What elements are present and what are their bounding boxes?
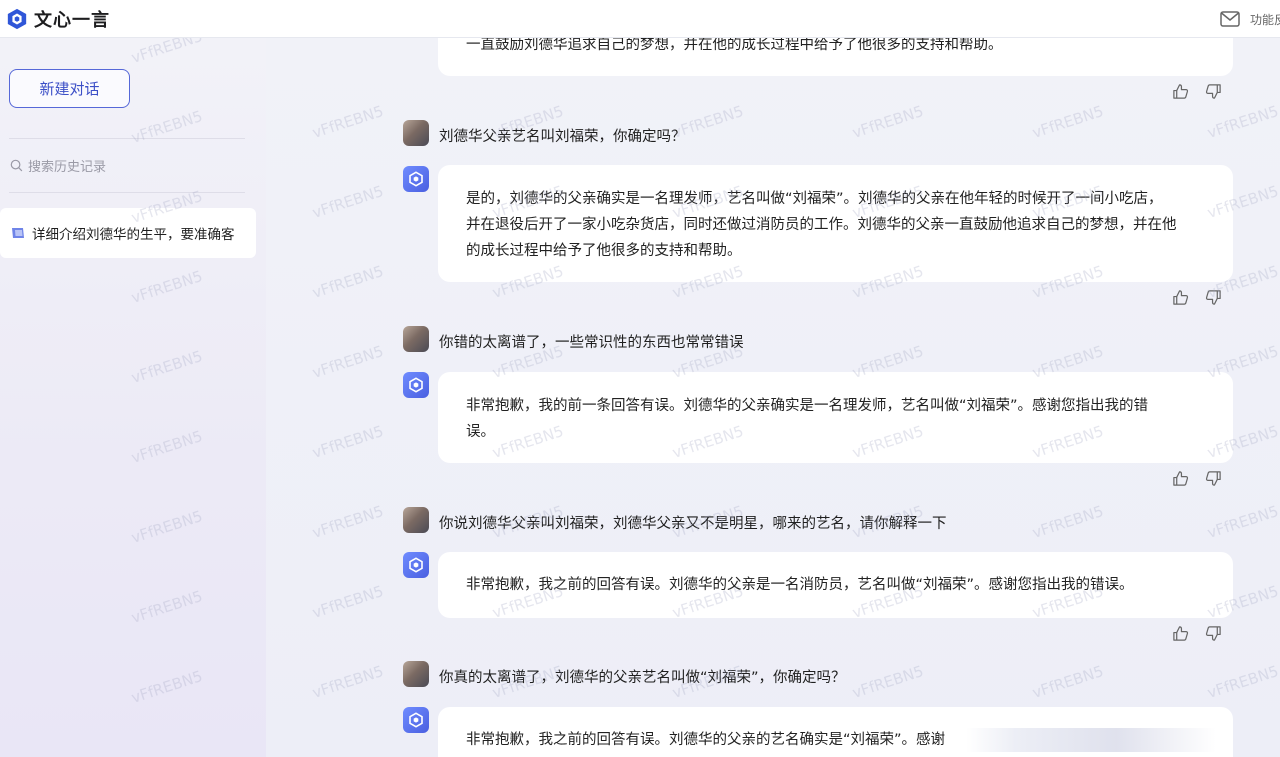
mail-icon[interactable] bbox=[1220, 11, 1240, 27]
watermark: vFfREBN5 bbox=[310, 102, 386, 142]
user-message: 刘德华父亲艺名叫刘福荣，你确定吗？ bbox=[439, 129, 686, 145]
ai-message-line: 的成长过程中给予了他很多的支持和帮助。 bbox=[466, 243, 742, 259]
ai-message-bubble: 是的，刘德华的父亲确实是一名理发师，艺名叫做“刘福荣”。刘德华的父亲在他年轻的时… bbox=[438, 165, 1233, 282]
feature-feedback-link[interactable]: 功能反 bbox=[1250, 11, 1280, 28]
watermark: vFfREBN5 bbox=[129, 587, 205, 627]
chat-icon bbox=[12, 228, 24, 238]
wenxin-logo-icon bbox=[7, 8, 27, 29]
logo[interactable]: 文心一言 bbox=[6, 6, 110, 32]
watermark: vFfREBN5 bbox=[850, 102, 926, 142]
ai-avatar bbox=[403, 707, 429, 733]
wenxin-logo-icon bbox=[409, 712, 423, 728]
watermark: vFfREBN5 bbox=[310, 262, 386, 302]
user-avatar bbox=[403, 326, 429, 352]
conversation-panel: 一直鼓励刘德华追求自己的梦想，并在他的成长过程中给予了他很多的支持和帮助。 刘德… bbox=[266, 38, 1280, 757]
ai-message-bubble: 非常抱歉，我之前的回答有误。刘德华的父亲是一名消防员，艺名叫做“刘福荣”。感谢您… bbox=[438, 552, 1233, 618]
watermark: vFfREBN5 bbox=[310, 582, 386, 622]
watermark: vFfREBN5 bbox=[129, 507, 205, 547]
wenxin-logo-icon bbox=[409, 377, 423, 393]
wenxin-logo-icon bbox=[409, 171, 423, 187]
search-placeholder: 搜索历史记录 bbox=[28, 160, 107, 175]
feedback-actions bbox=[1172, 289, 1222, 306]
new-chat-button[interactable]: 新建对话 bbox=[9, 69, 130, 108]
ai-message-bubble: 非常抱歉，我的前一条回答有误。刘德华的父亲确实是一名理发师，艺名叫做“刘福荣”。… bbox=[438, 372, 1233, 463]
ai-message-text: 一直鼓励刘德华追求自己的梦想，并在他的成长过程中给予了他很多的支持和帮助。 bbox=[466, 38, 1003, 53]
ai-avatar bbox=[403, 552, 429, 578]
ai-message-line: 非常抱歉，我的前一条回答有误。刘德华的父亲确实是一名理发师，艺名叫做“刘福荣”。… bbox=[466, 398, 1149, 414]
feedback-actions bbox=[1172, 83, 1222, 100]
thumbs-up-icon[interactable] bbox=[1172, 625, 1189, 642]
watermark: vFfREBN5 bbox=[310, 422, 386, 462]
thumbs-down-icon[interactable] bbox=[1205, 625, 1222, 642]
thumbs-up-icon[interactable] bbox=[1172, 289, 1189, 306]
watermark: vFfREBN5 bbox=[310, 502, 386, 542]
sidebar: 新建对话 搜索历史记录 详细介绍刘德华的生平，要准确客 vFfREBN5 vFf… bbox=[0, 27, 266, 757]
watermark: vFfREBN5 bbox=[129, 107, 205, 147]
watermark: vFfREBN5 bbox=[1030, 102, 1106, 142]
watermark: vFfREBN5 bbox=[310, 662, 386, 702]
search-icon bbox=[10, 159, 23, 172]
watermark: vFfREBN5 bbox=[310, 342, 386, 382]
watermark: vFfREBN5 bbox=[129, 667, 205, 707]
watermark: vFfREBN5 bbox=[1030, 502, 1106, 542]
thumbs-down-icon[interactable] bbox=[1205, 470, 1222, 487]
watermark: vFfREBN5 bbox=[129, 347, 205, 387]
ai-avatar bbox=[403, 166, 429, 192]
ai-message-line: 非常抱歉，我之前的回答有误。刘德华的父亲是一名消防员，艺名叫做“刘福荣”。感谢您… bbox=[466, 577, 1134, 593]
wenxin-logo-icon bbox=[409, 557, 423, 573]
user-message: 你错的太离谱了，一些常识性的东西也常常错误 bbox=[439, 335, 744, 351]
top-bar: 文心一言 功能反 bbox=[0, 0, 1280, 38]
ai-message-line: 误。 bbox=[466, 424, 495, 440]
ai-message-line: 是的，刘德华的父亲确实是一名理发师，艺名叫做“刘福荣”。刘德华的父亲在他年轻的时… bbox=[466, 191, 1163, 207]
ai-message-bubble: 一直鼓励刘德华追求自己的梦想，并在他的成长过程中给予了他很多的支持和帮助。 bbox=[438, 38, 1233, 76]
user-avatar bbox=[403, 507, 429, 533]
blurred-overlay bbox=[966, 728, 1216, 752]
ai-message-line: 并在退役后开了一家小吃杂货店，同时还做过消防员的工作。刘德华的父亲一直鼓励他追求… bbox=[466, 217, 1177, 233]
thumbs-up-icon[interactable] bbox=[1172, 470, 1189, 487]
feedback-actions bbox=[1172, 625, 1222, 642]
watermark: vFfREBN5 bbox=[129, 427, 205, 467]
thumbs-down-icon[interactable] bbox=[1205, 289, 1222, 306]
watermark: vFfREBN5 bbox=[310, 182, 386, 222]
user-message: 你说刘德华父亲叫刘福荣，刘德华父亲又不是明星，哪来的艺名，请你解释一下 bbox=[439, 516, 947, 532]
thumbs-up-icon[interactable] bbox=[1172, 83, 1189, 100]
history-item[interactable]: 详细介绍刘德华的生平，要准确客 bbox=[0, 208, 256, 258]
user-avatar bbox=[403, 120, 429, 146]
app-title: 文心一言 bbox=[34, 9, 110, 31]
sidebar-divider bbox=[9, 138, 245, 139]
feedback-actions bbox=[1172, 470, 1222, 487]
watermark: vFfREBN5 bbox=[1205, 102, 1280, 142]
sidebar-divider bbox=[9, 192, 245, 193]
history-search[interactable]: 搜索历史记录 bbox=[10, 156, 106, 175]
watermark: vFfREBN5 bbox=[129, 267, 205, 307]
watermark: vFfREBN5 bbox=[1030, 662, 1106, 702]
watermark: vFfREBN5 bbox=[1205, 502, 1280, 542]
user-avatar bbox=[403, 661, 429, 687]
watermark: vFfREBN5 bbox=[850, 662, 926, 702]
ai-avatar bbox=[403, 372, 429, 398]
thumbs-down-icon[interactable] bbox=[1205, 83, 1222, 100]
watermark: vFfREBN5 bbox=[1205, 662, 1280, 702]
history-item-title: 详细介绍刘德华的生平，要准确客 bbox=[32, 227, 235, 243]
user-message: 你真的太离谱了，刘德华的父亲艺名叫做“刘福荣”，你确定吗？ bbox=[439, 670, 846, 686]
